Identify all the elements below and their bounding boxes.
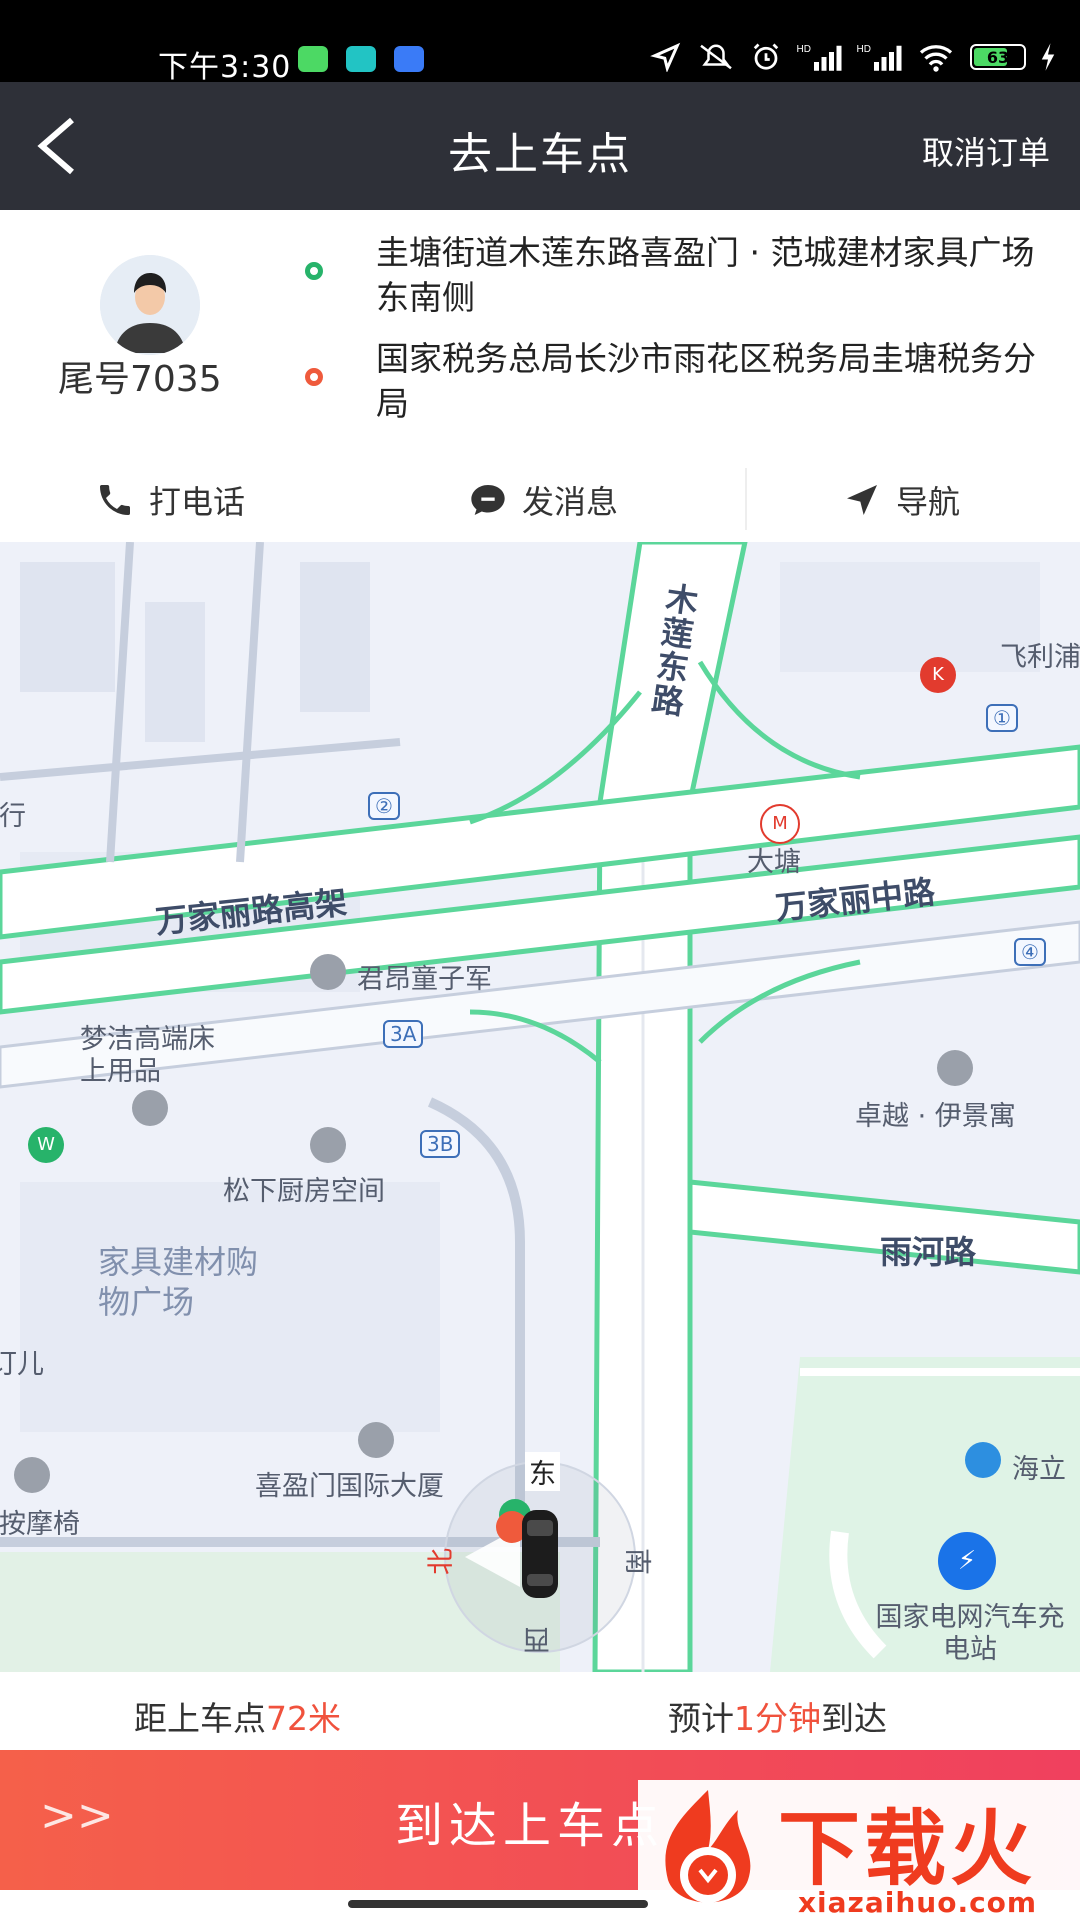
exit-marker: ② — [368, 792, 400, 820]
page-title: 去上车点 — [448, 129, 632, 180]
poi-mengjie[interactable]: 梦洁高端床上用品 — [80, 1024, 230, 1088]
signal-hd-1-icon: HD — [797, 44, 842, 71]
cancel-order-button[interactable]: 取消订单 — [922, 128, 1050, 174]
compass-south: 南 — [621, 1548, 652, 1575]
metro-icon[interactable]: M — [760, 804, 800, 844]
poi-grid-station[interactable]: 国家电网汽车充电站 — [870, 1602, 1070, 1666]
header-bar: 去上车点 取消订单 — [0, 82, 1080, 210]
app-notification-icon — [346, 46, 376, 72]
compass-north: 北 — [426, 1548, 457, 1575]
poi-water-icon[interactable] — [965, 1442, 1001, 1478]
battery-icon: 63 — [970, 44, 1026, 70]
passenger-tail-number: 尾号7035 — [58, 359, 222, 400]
svg-text:HD: HD — [797, 44, 811, 55]
origin-dot — [305, 262, 323, 280]
exit-marker: ④ — [1014, 938, 1046, 966]
eta-value: 1分钟 — [734, 1699, 821, 1738]
svg-text:HD: HD — [857, 44, 871, 55]
chat-bubble-icon — [471, 485, 505, 515]
distance-value: 72米 — [266, 1699, 341, 1738]
flame-logo-icon — [665, 1790, 751, 1903]
poi-haili[interactable]: 海立 — [1012, 1447, 1066, 1486]
kfc-icon[interactable]: K — [920, 657, 956, 693]
eta-text: 预计1分钟到达 — [668, 1699, 887, 1738]
poi-building-icon[interactable] — [132, 1090, 168, 1126]
message-label: 发消息 — [522, 483, 619, 521]
charging-icon — [1041, 43, 1055, 71]
charging-station-icon[interactable]: ⚡ — [938, 1532, 996, 1590]
watermark-logo: 下载火 xiazaihuo.com — [638, 1780, 1080, 1920]
person-icon — [100, 255, 200, 355]
poi-xiyingmen[interactable]: 喜盈门国际大厦 — [255, 1464, 444, 1503]
poi-left-partial-2[interactable]: 泰按摩椅 — [0, 1502, 80, 1541]
alarm-icon — [753, 43, 779, 70]
compass-west: 西 — [523, 1623, 550, 1654]
call-label: 打电话 — [149, 483, 246, 521]
contact-actions: 打电话 发消息 导航 — [0, 460, 1080, 540]
trip-info: 距上车点72米 预计1分钟到达 — [0, 1672, 1080, 1750]
app-notification-icon — [298, 46, 328, 72]
poi-left-partial-1[interactable]: 订儿 — [0, 1342, 44, 1381]
road-label-yuhe: 雨河路 — [880, 1233, 977, 1271]
location-icon — [650, 42, 681, 72]
poi-songxia[interactable]: 松下厨房空间 — [223, 1169, 385, 1208]
poi-building-icon[interactable] — [310, 954, 346, 990]
mute-icon — [700, 44, 732, 70]
area-furniture-mall: 家具建材购物广场 — [98, 1243, 259, 1321]
distance-text: 距上车点72米 — [134, 1699, 341, 1738]
poi-building-icon[interactable] — [937, 1050, 973, 1086]
destination-dot — [305, 368, 323, 386]
poi-zhuoyue[interactable]: 卓越 · 伊景寓 — [855, 1094, 1016, 1133]
poi-junang[interactable]: 君昂童子军 — [357, 957, 492, 996]
slide-chevrons-icon[interactable]: >> — [40, 1790, 114, 1841]
status-time: 下午3:30 — [158, 50, 292, 85]
home-indicator[interactable] — [348, 1900, 648, 1908]
exit-marker: 3A — [383, 1020, 424, 1048]
divider — [745, 468, 747, 530]
message-button[interactable]: 发消息 — [468, 460, 618, 540]
watermark-url: xiazaihuo.com — [798, 1886, 1038, 1919]
poi-building-icon[interactable] — [358, 1422, 394, 1458]
poi-w-icon[interactable]: W — [28, 1127, 64, 1163]
call-button[interactable]: 打电话 — [95, 460, 245, 540]
navigate-button[interactable]: 导航 — [842, 460, 960, 540]
signal-hd-2-icon: HD — [857, 44, 902, 71]
app-notification-icon — [394, 46, 424, 72]
watermark-brand: 下载火 — [778, 1802, 1037, 1897]
status-icons: HD HD 63 — [650, 42, 1056, 72]
compass-east: 东 — [525, 1452, 560, 1491]
poi-bank[interactable]: 银行 — [0, 794, 26, 833]
poi-datang[interactable]: 大塘 — [747, 840, 801, 879]
battery-level: 63 — [986, 47, 1010, 67]
poi-building-icon[interactable] — [14, 1457, 50, 1493]
order-card: 尾号7035 圭塘街道木莲东路喜盈门 · 范城建材家具广场东南侧 国家税务总局长… — [0, 210, 1080, 540]
exit-marker: ① — [986, 704, 1018, 732]
navigate-label: 导航 — [896, 483, 961, 521]
phone-icon — [100, 485, 130, 515]
navigation-arrow-icon — [847, 485, 877, 515]
poi-building-icon[interactable] — [310, 1127, 346, 1163]
destination-address: 国家税务总局长沙市雨花区税务局圭塘税务分局 — [376, 339, 1036, 423]
poi-feili[interactable]: 飞利浦 — [1000, 635, 1080, 674]
status-bar: 下午3:30 HD HD 63 — [0, 0, 1080, 85]
passenger-avatar — [100, 255, 200, 355]
pickup-address: 圭塘街道木莲东路喜盈门 · 范城建材家具广场东南侧 — [376, 233, 1035, 317]
exit-marker: 3B — [420, 1130, 461, 1158]
arrive-pickup-label: 到达上车点 — [395, 1798, 666, 1854]
wifi-icon — [919, 45, 953, 72]
map-view[interactable]: 木莲东路 万家丽路高架 万家丽中路 雨河路 ① ② 3A 3B ④ 银行 K 飞… — [0, 542, 1080, 1672]
